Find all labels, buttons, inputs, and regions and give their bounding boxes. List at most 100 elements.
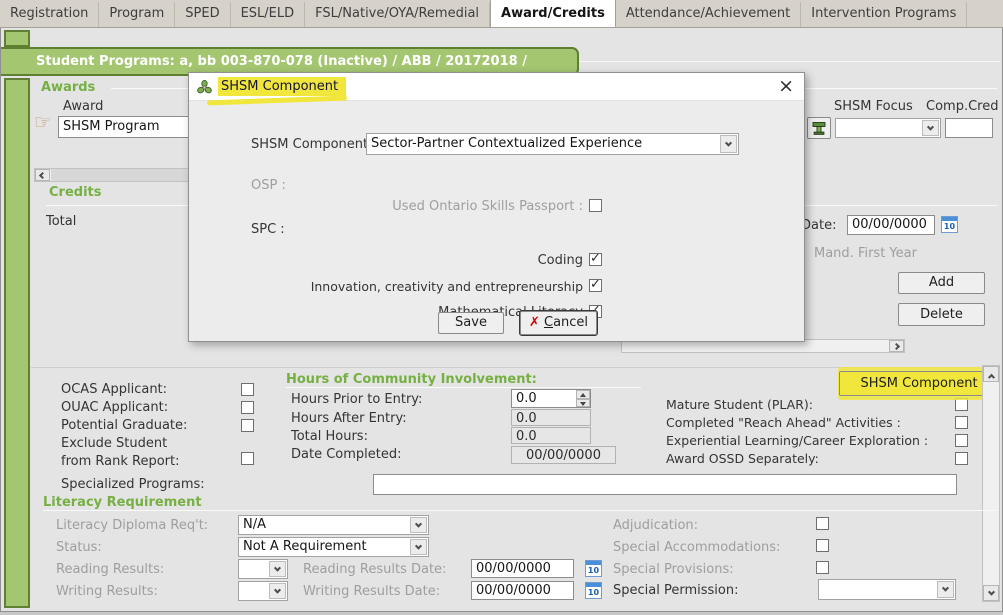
row-pointer-hand-icon: ☞ bbox=[34, 110, 52, 134]
writing-results-date-input[interactable]: 00/00/0000 bbox=[471, 581, 574, 600]
calendar-icon-top bbox=[586, 583, 601, 587]
hours-after-label: Hours After Entry: bbox=[291, 411, 407, 426]
scroll-up-button[interactable] bbox=[983, 366, 999, 382]
literacy-status-value: Not A Requirement bbox=[243, 539, 367, 554]
spc-coding-checkbox[interactable] bbox=[589, 253, 602, 266]
delete-button[interactable]: Delete bbox=[898, 303, 985, 326]
shsm-component-button[interactable]: SHSM Component bbox=[839, 371, 999, 396]
exclude-student-label-line1: Exclude Student bbox=[61, 436, 167, 451]
reach-ahead-label: Completed "Reach Ahead" Activities : bbox=[666, 415, 901, 430]
ocas-applicant-label: OCAS Applicant: bbox=[61, 382, 167, 397]
tab-program[interactable]: Program bbox=[99, 2, 175, 27]
special-accommodations-checkbox[interactable] bbox=[816, 539, 829, 552]
osp-group-label: OSP : bbox=[251, 178, 286, 193]
tab-sped[interactable]: SPED bbox=[175, 2, 230, 27]
credits-total-label: Total bbox=[46, 214, 76, 229]
chevron-down-icon bbox=[987, 588, 994, 595]
credits-date-input[interactable]: 00/00/0000 bbox=[847, 215, 935, 235]
special-provisions-label: Special Provisions: bbox=[613, 562, 734, 577]
tab-attendance-achievement[interactable]: Attendance/Achievement bbox=[616, 2, 801, 27]
adjudication-label: Adjudication: bbox=[613, 518, 698, 533]
literacy-status-label: Status: bbox=[56, 540, 102, 555]
tab-intervention-programs[interactable]: Intervention Programs bbox=[801, 2, 967, 27]
credits-heading: Credits bbox=[49, 185, 101, 200]
scroll-left-button[interactable] bbox=[35, 169, 50, 181]
chevron-down-icon[interactable] bbox=[269, 583, 286, 599]
potential-graduate-checkbox[interactable] bbox=[241, 419, 254, 432]
credits-date-label: Date: bbox=[801, 218, 836, 233]
chevron-down-icon[interactable] bbox=[937, 581, 954, 598]
calendar-icon-number: 10 bbox=[586, 566, 601, 576]
calendar-icon-number: 10 bbox=[942, 222, 957, 232]
tab-bar: Registration Program SPED ESL/ELD FSL/Na… bbox=[0, 0, 1003, 28]
calendar-icon-top bbox=[942, 217, 957, 221]
literacy-diploma-label: Literacy Diploma Req't: bbox=[56, 518, 208, 533]
add-button[interactable]: Add bbox=[898, 272, 985, 294]
awards-heading: Awards bbox=[41, 80, 95, 95]
chevron-down-icon[interactable] bbox=[410, 539, 427, 555]
chevron-down-icon[interactable] bbox=[269, 561, 286, 577]
award-ossd-label: Award OSSD Separately: bbox=[666, 451, 819, 466]
spc-innovation-checkbox[interactable] bbox=[589, 279, 602, 292]
calendar-icon[interactable]: 10 bbox=[585, 560, 602, 577]
total-hours-input: 0.0 bbox=[511, 427, 591, 444]
date-completed-input: 00/00/0000 bbox=[511, 446, 616, 464]
spin-up-button[interactable] bbox=[576, 390, 590, 399]
specialized-programs-input[interactable] bbox=[373, 474, 957, 495]
hours-prior-spinner[interactable] bbox=[576, 390, 590, 407]
scroll-down-button[interactable] bbox=[983, 585, 999, 601]
total-hours-label: Total Hours: bbox=[291, 429, 368, 444]
cancel-label: Cancel bbox=[544, 312, 588, 333]
experiential-learning-label: Experiential Learning/Career Exploration… bbox=[666, 433, 928, 448]
tab-registration[interactable]: Registration bbox=[0, 2, 99, 27]
mand-first-year-note: Mand. First Year bbox=[814, 246, 917, 261]
calendar-icon[interactable]: 10 bbox=[585, 582, 602, 599]
comp-cred-input[interactable] bbox=[945, 118, 993, 138]
adjudication-checkbox[interactable] bbox=[816, 517, 829, 530]
trillium-icon bbox=[197, 80, 212, 95]
writing-results-dropdown[interactable] bbox=[238, 581, 288, 601]
reach-ahead-checkbox[interactable] bbox=[955, 416, 968, 429]
tab-award-credits[interactable]: Award/Credits bbox=[490, 0, 616, 27]
close-icon[interactable]: × bbox=[778, 75, 794, 97]
save-button[interactable]: Save bbox=[438, 312, 504, 334]
scroll-right-button[interactable] bbox=[889, 340, 904, 352]
green-corner-tile bbox=[4, 30, 30, 47]
shsm-focus-dropdown[interactable] bbox=[835, 118, 941, 138]
spin-down-button[interactable] bbox=[576, 399, 590, 408]
tab-esl-eld[interactable]: ESL/ELD bbox=[231, 2, 306, 27]
potential-graduate-label: Potential Graduate: bbox=[61, 418, 187, 433]
mature-student-checkbox[interactable] bbox=[955, 398, 968, 411]
section-divider bbox=[31, 367, 979, 368]
calendar-icon[interactable]: 10 bbox=[941, 216, 958, 233]
triangle-up-icon bbox=[580, 393, 586, 397]
ouac-applicant-checkbox[interactable] bbox=[241, 401, 254, 414]
cancel-button[interactable]: ✗ Cancel bbox=[520, 311, 597, 335]
literacy-heading: Literacy Requirement bbox=[43, 495, 202, 510]
dialog-titlebar[interactable]: SHSM Component × bbox=[189, 73, 804, 101]
ocas-applicant-checkbox[interactable] bbox=[241, 383, 254, 396]
chevron-down-icon[interactable] bbox=[922, 120, 939, 136]
chevron-down-icon[interactable] bbox=[720, 135, 737, 153]
cancel-x-icon: ✗ bbox=[529, 315, 540, 330]
experiential-learning-checkbox[interactable] bbox=[955, 434, 968, 447]
award-ossd-checkbox[interactable] bbox=[955, 452, 968, 465]
panel-vscrollbar[interactable] bbox=[982, 365, 1000, 602]
literacy-diploma-dropdown[interactable]: N/A bbox=[238, 515, 429, 535]
literacy-status-dropdown[interactable]: Not A Requirement bbox=[238, 537, 429, 557]
shsm-tool-button[interactable] bbox=[807, 117, 831, 139]
reading-results-label: Reading Results: bbox=[56, 562, 164, 577]
special-permission-dropdown[interactable] bbox=[818, 579, 956, 600]
left-green-strip bbox=[4, 78, 30, 608]
modal-component-dropdown[interactable]: Sector-Partner Contextualized Experience bbox=[366, 133, 739, 155]
chevron-right-icon bbox=[893, 342, 900, 349]
calendar-icon-top bbox=[586, 561, 601, 565]
exclude-student-checkbox[interactable] bbox=[241, 452, 254, 465]
reading-results-date-input[interactable]: 00/00/0000 bbox=[471, 559, 574, 578]
chevron-down-icon[interactable] bbox=[410, 517, 427, 533]
reading-results-dropdown[interactable] bbox=[238, 559, 288, 579]
special-provisions-checkbox[interactable] bbox=[816, 561, 829, 574]
used-osp-checkbox[interactable] bbox=[589, 199, 602, 212]
spc-innovation-label: Innovation, creativity and entrepreneurs… bbox=[283, 279, 583, 294]
tab-fsl-native-oya-remedial[interactable]: FSL/Native/OYA/Remedial bbox=[305, 2, 490, 27]
